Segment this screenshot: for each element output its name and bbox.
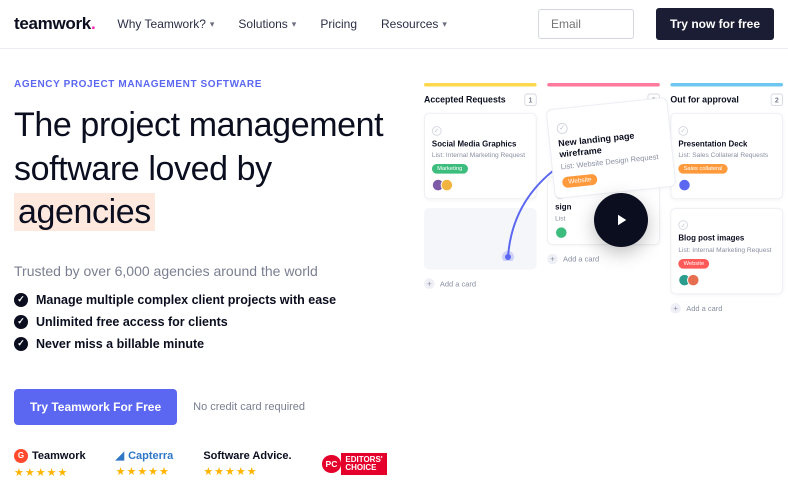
add-card-button[interactable]: +Add a card [424,278,537,289]
eyebrow: AGENCY PROJECT MANAGEMENT SOFTWARE [14,79,406,90]
feature-item: ✓Never miss a billable minute [14,337,406,351]
chevron-down-icon: ▾ [210,19,215,30]
topbar: teamwork. Why Teamwork?▾ Solutions▾ Pric… [0,0,788,49]
avatar [441,179,453,191]
check-icon: ✓ [14,337,28,351]
pc-editors-choice-badge: PC EDITORS'CHOICE [322,453,387,475]
check-circle-icon: ✓ [556,122,568,134]
proof-g2: GTeamwork ★★★★★ [14,449,86,479]
check-icon: ✓ [14,315,28,329]
tag: Website [678,259,709,269]
check-circle-icon: ✓ [432,126,442,136]
try-free-button[interactable]: Try Teamwork For Free [14,389,177,425]
column-title: Accepted Requests [424,95,506,105]
nav: Why Teamwork?▾ Solutions▾ Pricing Resour… [117,17,447,31]
stars-icon: ★★★★★ [116,465,174,478]
check-circle-icon: ✓ [678,221,688,231]
nav-solutions[interactable]: Solutions▾ [238,17,296,31]
subheading: Trusted by over 6,000 agencies around th… [14,263,406,279]
play-video-button[interactable] [594,193,648,247]
g2-icon: G [14,449,28,463]
feature-list: ✓Manage multiple complex client projects… [14,293,406,351]
proof-capterra: ◢Capterra ★★★★★ [116,449,174,478]
tag: Website [562,174,598,189]
feature-item: ✓Manage multiple complex client projects… [14,293,406,307]
page-title: The project management software loved by… [14,104,406,235]
add-card-button[interactable]: +Add a card [670,303,783,314]
chevron-down-icon: ▾ [442,19,447,30]
nav-resources[interactable]: Resources▾ [381,17,447,31]
nav-why-teamwork[interactable]: Why Teamwork?▾ [117,17,214,31]
play-icon [612,211,630,229]
chevron-down-icon: ▾ [292,19,297,30]
logo[interactable]: teamwork. [14,14,95,34]
avatar [687,274,699,286]
kanban-card[interactable]: ✓ Blog post images List: Internal Market… [670,208,783,294]
column-count: 1 [524,94,536,106]
capterra-icon: ◢ [116,449,124,462]
kanban-card[interactable]: ✓ Presentation Deck List: Sales Collater… [670,113,783,199]
floating-card[interactable]: ✓ New landing page wireframe List: Websi… [546,97,677,199]
plus-icon: + [670,303,681,314]
column-title: Out for approval [670,95,738,105]
plus-icon: + [424,278,435,289]
tag: Sales collateral [678,164,727,174]
check-circle-icon: ✓ [678,126,688,136]
column-count: 2 [771,94,783,106]
tag: Marketing [432,164,468,174]
proof-software-advice: Software Advice. ★★★★★ [203,450,291,478]
avatar [678,179,690,191]
check-icon: ✓ [14,293,28,307]
nav-pricing[interactable]: Pricing [320,17,357,31]
try-now-button[interactable]: Try now for free [656,8,774,40]
stars-icon: ★★★★★ [14,466,86,479]
stars-icon: ★★★★★ [203,465,291,478]
feature-item: ✓Unlimited free access for clients [14,315,406,329]
hero: AGENCY PROJECT MANAGEMENT SOFTWARE The p… [0,49,788,437]
social-proof: GTeamwork ★★★★★ ◢Capterra ★★★★★ Software… [0,437,788,495]
no-credit-card: No credit card required [193,401,305,413]
board-preview: Accepted Requests1 ✓ Social Media Graphi… [424,79,788,425]
email-field[interactable] [538,9,634,39]
